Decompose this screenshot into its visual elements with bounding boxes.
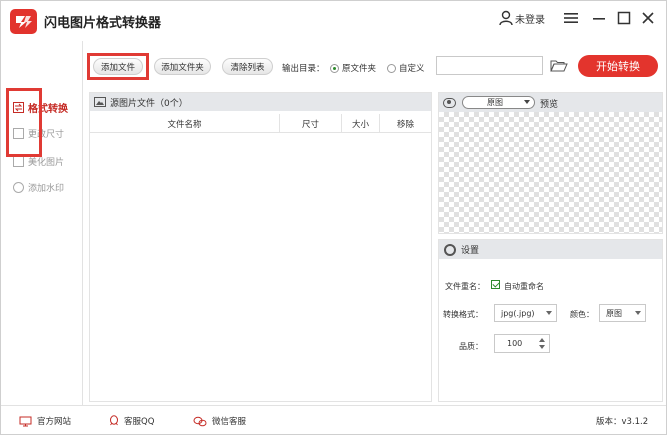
col-size[interactable]: 尺寸 bbox=[280, 114, 342, 133]
preview-panel: 原图 预览 bbox=[438, 92, 663, 234]
file-list-title: 源图片文件（0个） bbox=[110, 98, 188, 109]
col-remove[interactable]: 移除 bbox=[380, 114, 431, 133]
user-icon bbox=[499, 10, 513, 26]
auto-rename-label: 自动重命名 bbox=[504, 282, 544, 291]
app-title: 闪电图片格式转换器 bbox=[44, 16, 162, 31]
image-icon bbox=[94, 97, 106, 107]
file-table-header: 文件名称 尺寸 大小 移除 bbox=[90, 114, 431, 133]
maximize-button[interactable] bbox=[613, 7, 635, 29]
add-folder-button[interactable]: 添加文件夹 bbox=[154, 58, 211, 75]
chevron-down-icon bbox=[524, 100, 530, 104]
settings-title: 设置 bbox=[461, 246, 480, 256]
chevron-down-icon bbox=[546, 311, 552, 315]
radio-dot-selected bbox=[330, 63, 339, 73]
file-list-panel: 源图片文件（0个） 文件名称 尺寸 大小 移除 bbox=[89, 92, 432, 402]
color-value: 原图 bbox=[606, 308, 622, 318]
radio-dot bbox=[387, 63, 396, 73]
qq-label: 客服QQ bbox=[124, 417, 155, 427]
output-dir-label: 输出目录： bbox=[282, 64, 325, 74]
stepper-up-icon[interactable] bbox=[539, 338, 545, 342]
quality-stepper[interactable]: 100 bbox=[494, 334, 550, 353]
close-button[interactable] bbox=[637, 7, 659, 29]
add-file-highlight-box bbox=[87, 53, 149, 80]
monitor-icon bbox=[19, 416, 32, 426]
rename-label: 文件重名： bbox=[445, 282, 485, 291]
format-value: jpg(.jpg) bbox=[501, 308, 535, 318]
color-select[interactable]: 原图 bbox=[599, 304, 646, 322]
sidebar-item-watermark[interactable]: 添加水印 bbox=[13, 179, 64, 195]
quality-label: 品质： bbox=[459, 342, 483, 351]
version-label: 版本：v3.1.2 bbox=[596, 417, 649, 427]
wechat-support-link[interactable]: 微信客服 bbox=[193, 415, 246, 427]
login-status[interactable]: 未登录 bbox=[499, 10, 545, 26]
beautify-icon bbox=[13, 155, 24, 167]
qq-support-link[interactable]: 客服QQ bbox=[109, 415, 154, 427]
close-icon bbox=[642, 12, 654, 24]
start-convert-button[interactable]: 开始转换 bbox=[578, 55, 658, 77]
preview-label: 预览 bbox=[540, 100, 559, 110]
wechat-label: 微信客服 bbox=[212, 417, 247, 427]
website-label: 官方网站 bbox=[37, 417, 72, 427]
settings-header: 设置 bbox=[439, 240, 662, 259]
menu-button[interactable] bbox=[560, 7, 582, 29]
sidebar-highlight-box bbox=[6, 88, 42, 157]
chevron-down-icon bbox=[635, 311, 641, 315]
file-list-header: 源图片文件（0个） bbox=[90, 93, 431, 111]
footer-bar: 官方网站 客服QQ 微信客服 版本：v3.1.2 bbox=[1, 405, 666, 434]
clear-list-button[interactable]: 清除列表 bbox=[222, 58, 273, 75]
radio-source-folder[interactable]: 原文件夹 bbox=[330, 62, 376, 74]
qq-icon bbox=[110, 415, 118, 426]
radio-custom-folder[interactable]: 自定义 bbox=[387, 62, 425, 74]
minimize-icon bbox=[593, 18, 605, 20]
wechat-icon bbox=[193, 416, 207, 426]
radio-source-label: 原文件夹 bbox=[342, 64, 377, 74]
eye-icon bbox=[443, 97, 456, 108]
preview-header: 原图 预览 bbox=[439, 93, 662, 112]
stepper-down-icon[interactable] bbox=[539, 345, 545, 349]
hamburger-icon bbox=[564, 13, 578, 23]
col-file-name[interactable]: 文件名称 bbox=[90, 114, 280, 133]
quality-value: 100 bbox=[507, 339, 523, 348]
format-select[interactable]: jpg(.jpg) bbox=[494, 304, 557, 322]
website-link[interactable]: 官方网站 bbox=[19, 415, 71, 427]
app-logo-icon bbox=[10, 9, 37, 34]
preview-mode-value: 原图 bbox=[487, 98, 503, 107]
maximize-icon bbox=[617, 11, 631, 25]
folder-open-icon[interactable] bbox=[550, 59, 568, 72]
col-filesize[interactable]: 大小 bbox=[342, 114, 380, 133]
sidebar-item-label: 添加水印 bbox=[28, 183, 65, 194]
output-path-input[interactable] bbox=[436, 56, 543, 75]
preview-canvas bbox=[439, 112, 662, 233]
gear-icon bbox=[444, 243, 456, 256]
format-label: 转换格式： bbox=[443, 310, 483, 319]
auto-rename-checkbox[interactable] bbox=[491, 280, 500, 289]
app-window: 闪电图片格式转换器 未登录 格式转换 更改尺寸 美化图片 添加水印 添加文件 添… bbox=[0, 0, 667, 435]
title-bar: 闪电图片格式转换器 未登录 bbox=[1, 1, 666, 41]
color-label: 颜色： bbox=[570, 310, 594, 319]
radio-custom-label: 自定义 bbox=[399, 64, 425, 74]
preview-mode-select[interactable]: 原图 bbox=[462, 96, 535, 109]
watermark-icon bbox=[13, 181, 24, 193]
login-label: 未登录 bbox=[515, 14, 545, 26]
minimize-button[interactable] bbox=[588, 7, 610, 29]
